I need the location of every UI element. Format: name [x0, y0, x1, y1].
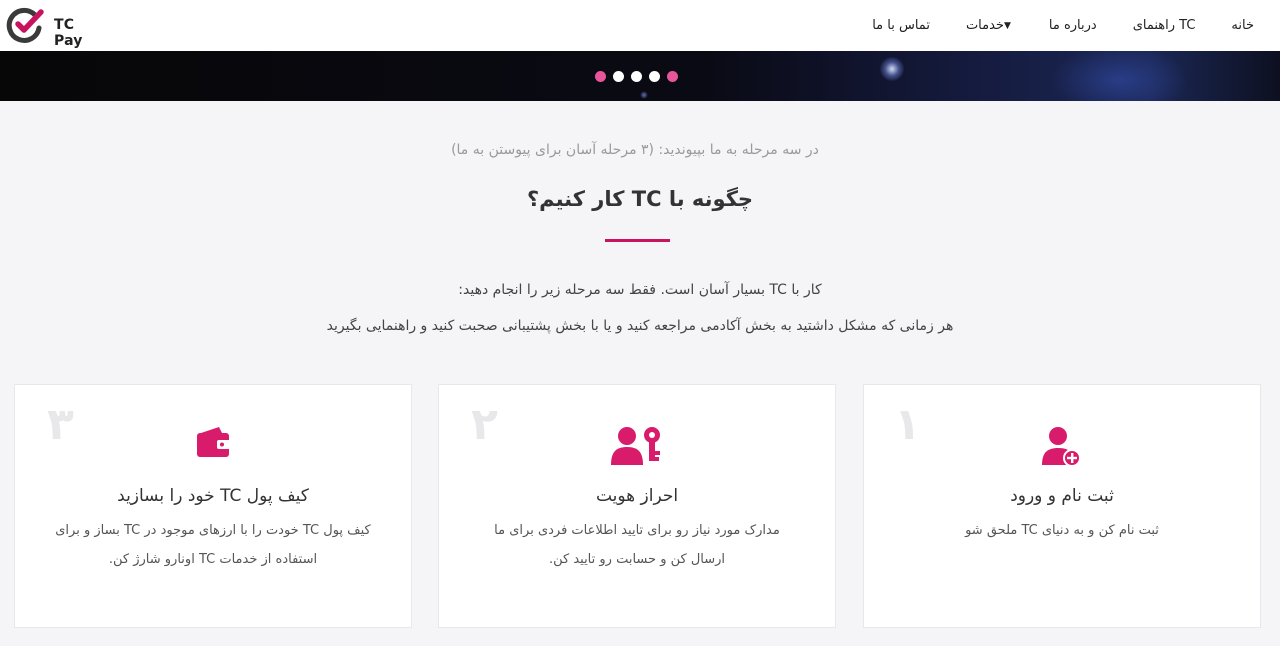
step-text: ثبت نام کن و به دنیای TC ملحق شو [965, 523, 1159, 538]
slider-dot[interactable] [667, 71, 678, 82]
chevron-down-icon: ▼ [1003, 20, 1011, 31]
section-description: هر زمانی که مشکل داشتید به بخش آکادمی مر… [326, 318, 954, 334]
site-header: TC Pay خانه راهنمای TC درباره ما خدمات ▼… [0, 0, 1280, 51]
step-card-verify: ۲ احراز هویت مدارک مورد نیاز رو برای تای… [438, 384, 836, 628]
step-number: ۲ [471, 399, 498, 450]
brand-name: TC Pay [54, 17, 83, 49]
slider-dots [595, 71, 678, 82]
step-title: کیف پول TC خود را بسازید [117, 486, 309, 506]
title-divider [605, 239, 670, 242]
nav-item-tc-guide[interactable]: راهنمای TC [1115, 18, 1214, 33]
logo[interactable]: TC Pay [6, 6, 106, 49]
nav-item-label: خدمات [965, 18, 1004, 33]
step-title: احراز هویت [595, 486, 679, 506]
step-title: ثبت نام و ورود [1010, 486, 1114, 506]
step-number: ۳ [47, 399, 74, 450]
section-description: کار با TC بسیار آسان است. فقط سه مرحله ز… [458, 282, 822, 298]
nav-item-about[interactable]: درباره ما [1031, 18, 1115, 33]
nav-item-label: خانه [1231, 18, 1254, 33]
slider-dot[interactable] [631, 71, 642, 82]
banner-light-spot [880, 57, 904, 81]
nav-item-label: راهنمای TC [1132, 18, 1196, 33]
slider-dot[interactable] [613, 71, 624, 82]
step-card-wallet: ۳ کیف پول TC خود را بسازید کیف پول TC خو… [14, 384, 412, 628]
nav-item-home[interactable]: خانه [1213, 18, 1272, 33]
nav-item-label: درباره ما [1048, 18, 1097, 33]
section-title: چگونه با TC کار کنیم؟ [526, 187, 754, 211]
logo-check-icon [6, 7, 44, 43]
nav-item-contact[interactable]: تماس با ما [854, 18, 948, 33]
step-number: ۱ [894, 399, 921, 450]
user-key-icon [611, 425, 663, 469]
main-nav: خانه راهنمای TC درباره ما خدمات ▼ تماس ب… [854, 0, 1272, 51]
hero-slider [0, 51, 1280, 101]
user-plus-icon [1042, 425, 1082, 471]
step-text: مدارک مورد نیاز رو برای تایید اطلاعات فر… [494, 523, 780, 567]
nav-item-label: تماس با ما [872, 18, 930, 33]
banner-light-glow [1050, 51, 1190, 101]
slider-dot[interactable] [595, 71, 606, 82]
step-text: کیف پول TC خودت را با ارزهای موجود در TC… [55, 523, 371, 567]
nav-item-services[interactable]: خدمات ▼ [948, 18, 1031, 33]
slider-dot[interactable] [649, 71, 660, 82]
wallet-icon [195, 425, 231, 463]
section-subtitle: در سه مرحله به ما بپیوندید: (۳ مرحله آسا… [451, 142, 819, 158]
step-card-register: ۱ ثبت نام و ورود ثبت نام کن و به دنیای T… [863, 384, 1261, 628]
banner-light-spot [640, 91, 648, 99]
